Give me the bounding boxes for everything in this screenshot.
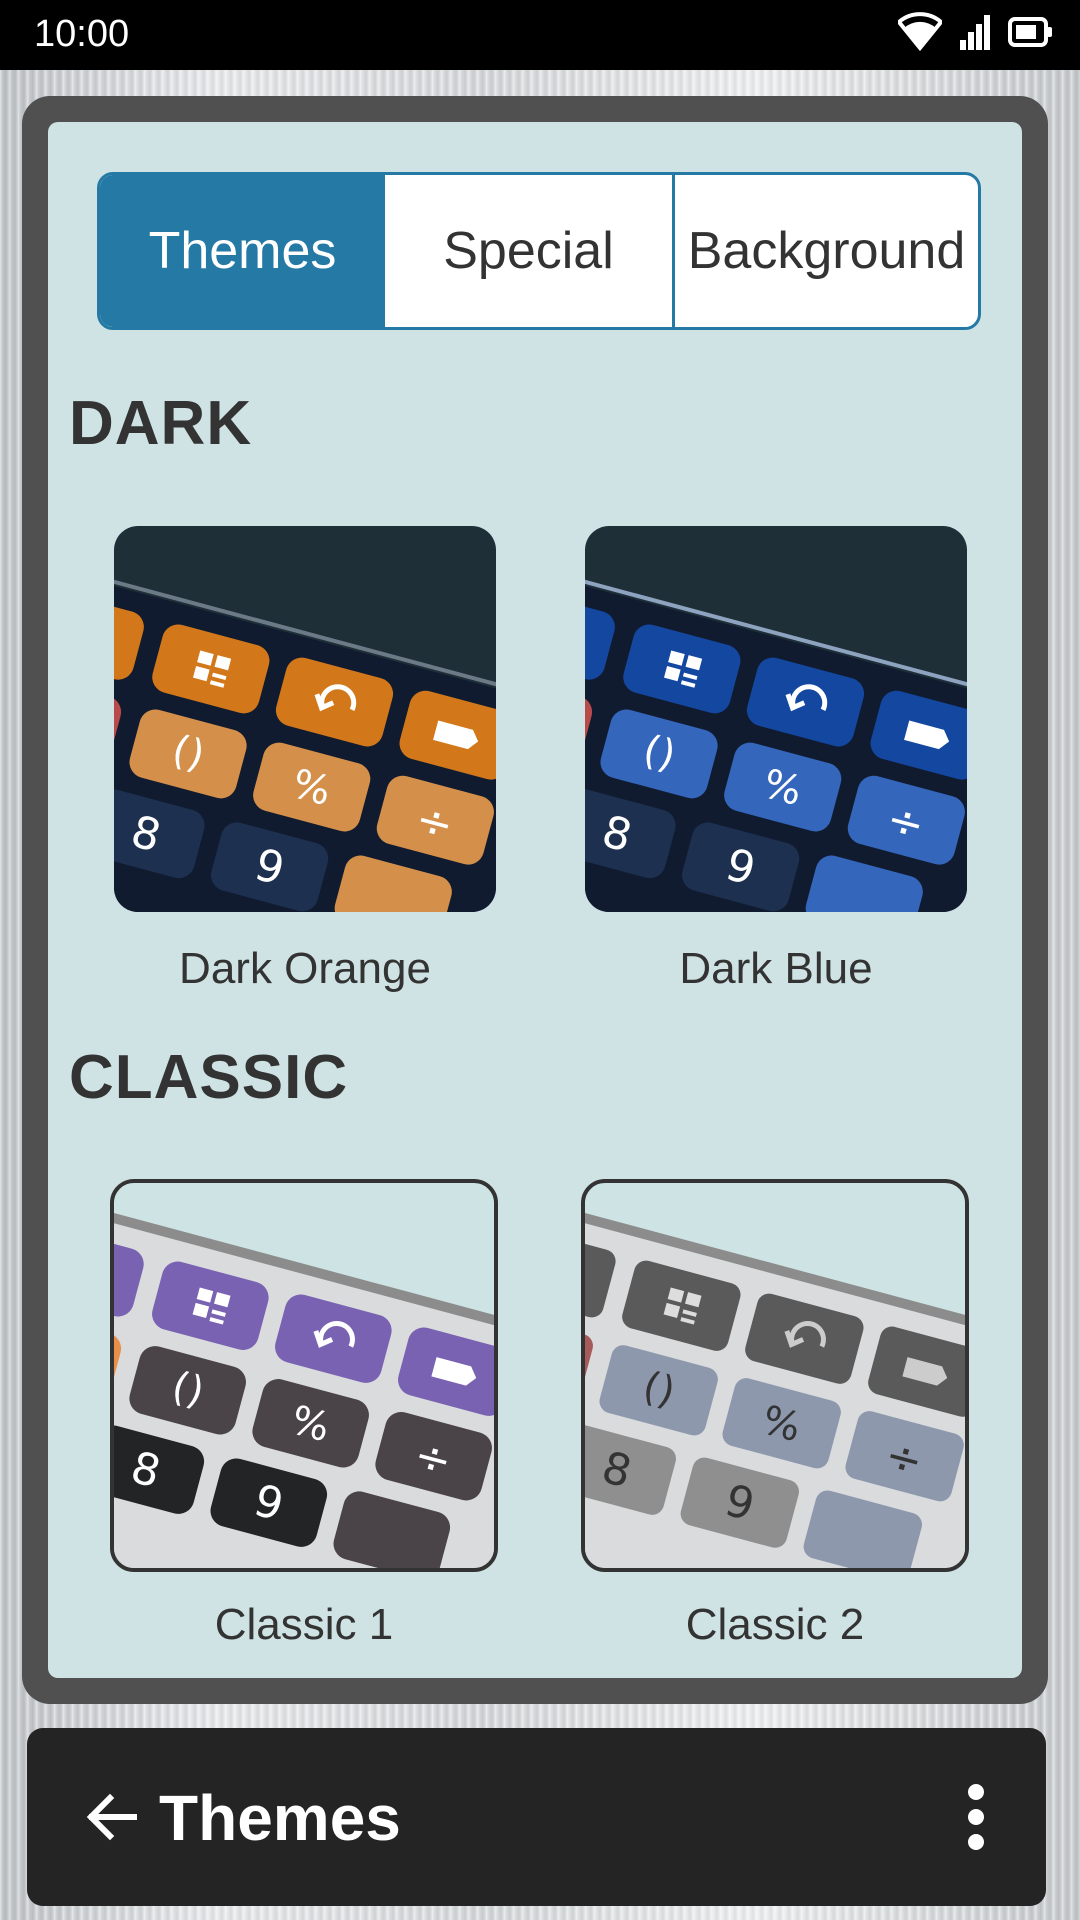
theme-preview-dark-blue: () % ÷ 8 9 [585,526,967,912]
theme-label-classic-2: Classic 2 [685,1600,865,1649]
battery-icon [1008,16,1054,48]
more-vertical-icon [968,1784,984,1850]
bottom-app-bar: Themes [27,1728,1046,1906]
tab-special[interactable]: Special [385,175,675,327]
theme-category-tabs: Themes Special Background [97,172,981,330]
theme-preview-classic-1: () % ÷ 8 9 [114,1183,494,1568]
tab-background[interactable]: Background [675,175,978,327]
theme-label-dark-blue: Dark Blue [679,944,873,993]
status-time: 10:00 [34,13,130,55]
page-title: Themes [159,1782,401,1854]
theme-card-classic-1[interactable]: () % ÷ 8 9 [110,1179,498,1572]
status-icons [898,12,1054,52]
theme-card-classic-2[interactable]: () % ÷ 8 9 [581,1179,969,1572]
more-options-button[interactable] [936,1772,1016,1862]
section-title-dark: DARK [69,389,253,458]
theme-label-classic-1: Classic 1 [214,1600,394,1649]
signal-icon [958,12,992,52]
wifi-icon [898,12,942,52]
back-button[interactable] [67,1772,157,1862]
theme-card-dark-blue[interactable]: () % ÷ 8 9 [585,526,967,912]
arrow-left-icon [86,1793,137,1841]
theme-preview-classic-2: () % ÷ 8 9 [585,1183,965,1568]
theme-card-dark-orange[interactable]: () % ÷ 8 9 [114,526,496,912]
theme-preview-dark-orange: () % ÷ 8 9 [114,526,496,912]
tab-themes[interactable]: Themes [100,175,385,327]
section-title-classic: CLASSIC [69,1043,349,1112]
theme-label-dark-orange: Dark Orange [179,944,431,993]
status-bar: 10:00 [0,0,1080,70]
